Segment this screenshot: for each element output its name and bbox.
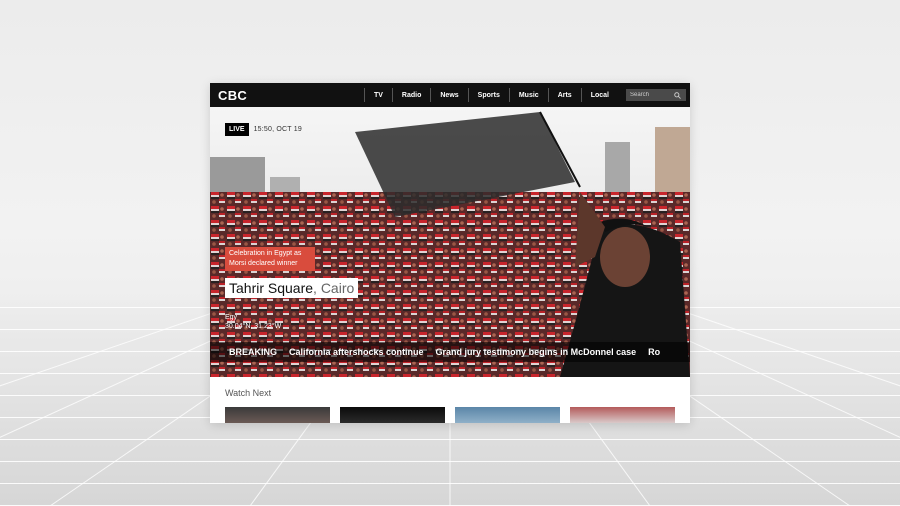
nav-sports[interactable]: Sports — [467, 88, 509, 102]
main-nav: TV Radio News Sports Music Arts Local — [363, 88, 618, 102]
coords-values: 30.04°N, 31.23°W — [225, 323, 282, 330]
breaking-label: BREAKING — [229, 347, 278, 357]
watch-next-list — [225, 407, 675, 423]
nav-music[interactable]: Music — [508, 88, 548, 102]
location-coordinates: Egy 30.04°N, 31.23°W — [225, 313, 281, 331]
watch-next-thumbnail[interactable] — [225, 407, 330, 423]
ticker-item[interactable]: California aftershocks continue — [289, 347, 424, 357]
live-timestamp: 15:50, OCT 19 — [253, 126, 302, 133]
location-title: Tahrir Square, Cairo — [225, 278, 359, 298]
app-window: CBC TV Radio News Sports Music Arts Loca… — [210, 83, 690, 423]
live-indicator: LIVE 15:50, OCT 19 — [225, 123, 302, 136]
story-caption: Celebration in Egypt as Morsi declared w… — [225, 247, 315, 271]
nav-arts[interactable]: Arts — [547, 88, 581, 102]
watch-next-thumbnail[interactable] — [570, 407, 675, 423]
coords-country: Egy — [225, 314, 238, 321]
ticker-item[interactable]: Grand jury testimony begins in McDonnel … — [436, 347, 637, 357]
hero-video[interactable]: LIVE 15:50, OCT 19 Celebration in Egypt … — [210, 107, 690, 377]
live-badge: LIVE — [225, 123, 249, 136]
crowd-photo — [210, 107, 690, 377]
watch-next-heading: Watch Next — [225, 388, 272, 398]
search-input[interactable] — [630, 92, 674, 98]
nav-radio[interactable]: Radio — [391, 88, 430, 102]
ticker-item[interactable]: Ro — [648, 347, 660, 357]
search-box — [626, 89, 686, 101]
location-city: , Cairo — [313, 280, 355, 296]
cbc-logo[interactable]: CBC — [218, 88, 247, 103]
watch-next-thumbnail[interactable] — [455, 407, 560, 423]
breaking-ticker: BREAKING California aftershocks continue… — [210, 342, 690, 362]
nav-news[interactable]: News — [430, 88, 467, 102]
watch-next-thumbnail[interactable] — [340, 407, 445, 423]
search-icon[interactable] — [674, 91, 681, 99]
nav-local[interactable]: Local — [580, 88, 618, 102]
nav-tv[interactable]: TV — [363, 88, 392, 102]
top-nav-bar: CBC TV Radio News Sports Music Arts Loca… — [210, 83, 690, 107]
location-place: Tahrir Square — [229, 280, 314, 296]
